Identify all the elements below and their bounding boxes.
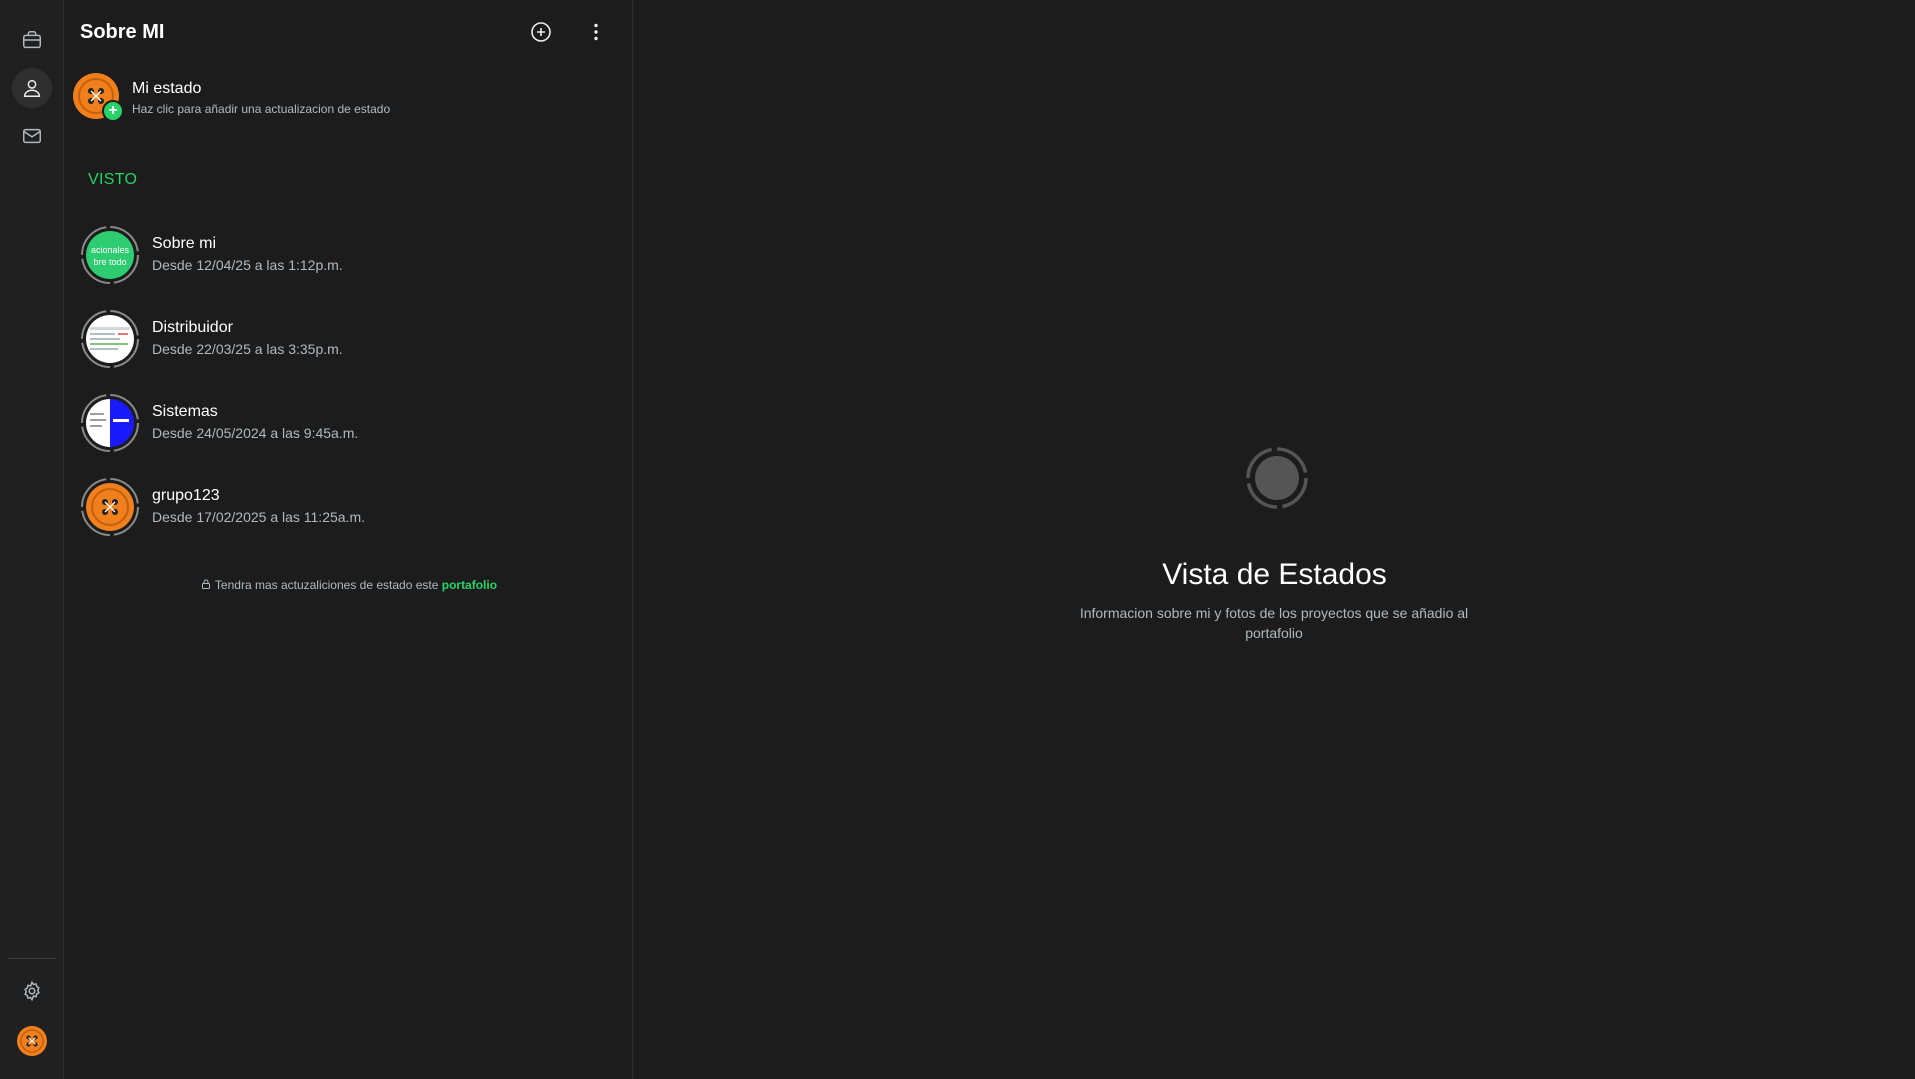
app-window: Sobre MI + Mi estado Haz clic para añadi… xyxy=(0,0,1915,1079)
status-item[interactable]: acionales bre todo Sobre mi Desde 12/04/… xyxy=(80,221,620,291)
add-status-button[interactable] xyxy=(525,16,557,48)
add-status-badge-icon[interactable]: + xyxy=(102,100,124,122)
section-label-seen: VISTO xyxy=(88,171,138,188)
portafolio-link[interactable]: portafolio xyxy=(442,578,497,592)
status-thumb-text-1: acionales xyxy=(91,245,130,255)
main-description: Informacion sobre mi y fotos de los proy… xyxy=(1079,605,1469,641)
nav-rail xyxy=(0,0,64,1079)
status-thumbnail xyxy=(81,310,139,368)
mail-button[interactable] xyxy=(12,116,52,156)
status-title: Distribuidor xyxy=(152,319,233,336)
status-item[interactable]: Sistemas Desde 24/05/2024 a las 9:45a.m. xyxy=(80,389,620,459)
my-status-name: Mi estado xyxy=(132,80,202,97)
status-item[interactable]: Distribuidor Desde 22/03/25 a las 3:35p.… xyxy=(80,305,620,375)
briefcase-icon xyxy=(23,31,41,49)
gear-icon xyxy=(24,980,40,1002)
status-title: grupo123 xyxy=(152,487,220,504)
status-title: Sistemas xyxy=(152,403,218,420)
briefcase-button[interactable] xyxy=(12,20,52,60)
kebab-menu-icon xyxy=(594,23,598,41)
plus-circle-icon xyxy=(531,22,551,42)
mail-icon xyxy=(23,128,41,144)
status-time: Desde 12/04/25 a las 1:12p.m. xyxy=(152,257,343,273)
my-status-subtitle: Haz clic para añadir una actualizacion d… xyxy=(132,102,391,116)
status-time: Desde 17/02/2025 a las 11:25a.m. xyxy=(152,509,366,525)
menu-button[interactable] xyxy=(580,16,612,48)
lock-icon xyxy=(201,579,210,589)
footnote: Tendra mas actuzaliciones de estado este… xyxy=(64,578,633,592)
status-time: Desde 22/03/25 a las 3:35p.m. xyxy=(152,341,343,357)
status-ring-icon xyxy=(1246,447,1308,509)
status-thumbnail xyxy=(81,478,139,536)
status-time: Desde 24/05/2024 a las 9:45a.m. xyxy=(152,425,359,441)
my-status-avatar: + xyxy=(72,72,124,122)
rail-divider xyxy=(8,958,56,959)
status-thumbnail xyxy=(81,394,139,452)
settings-button[interactable] xyxy=(12,971,52,1011)
my-status-row[interactable]: + Mi estado Haz clic para añadir una act… xyxy=(72,66,622,126)
main-pane: Vista de Estados Informacion sobre mi y … xyxy=(634,0,1915,1079)
status-thumbnail: acionales bre todo xyxy=(81,226,139,284)
panel-title: Sobre MI xyxy=(80,21,165,43)
status-item[interactable]: grupo123 Desde 17/02/2025 a las 11:25a.m… xyxy=(80,473,620,543)
orange-button-avatar-icon xyxy=(17,1026,47,1056)
status-panel: Sobre MI + Mi estado Haz clic para añadi… xyxy=(64,0,633,1079)
status-title: Sobre mi xyxy=(152,235,217,252)
main-title: Vista de Estados xyxy=(1162,558,1387,591)
status-thumb-text-2: bre todo xyxy=(93,257,126,267)
profile-avatar[interactable] xyxy=(16,1025,48,1057)
footnote-text: Tendra mas actuzaliciones de estado este xyxy=(214,578,439,592)
status-button[interactable] xyxy=(12,68,52,108)
user-icon xyxy=(23,79,41,97)
